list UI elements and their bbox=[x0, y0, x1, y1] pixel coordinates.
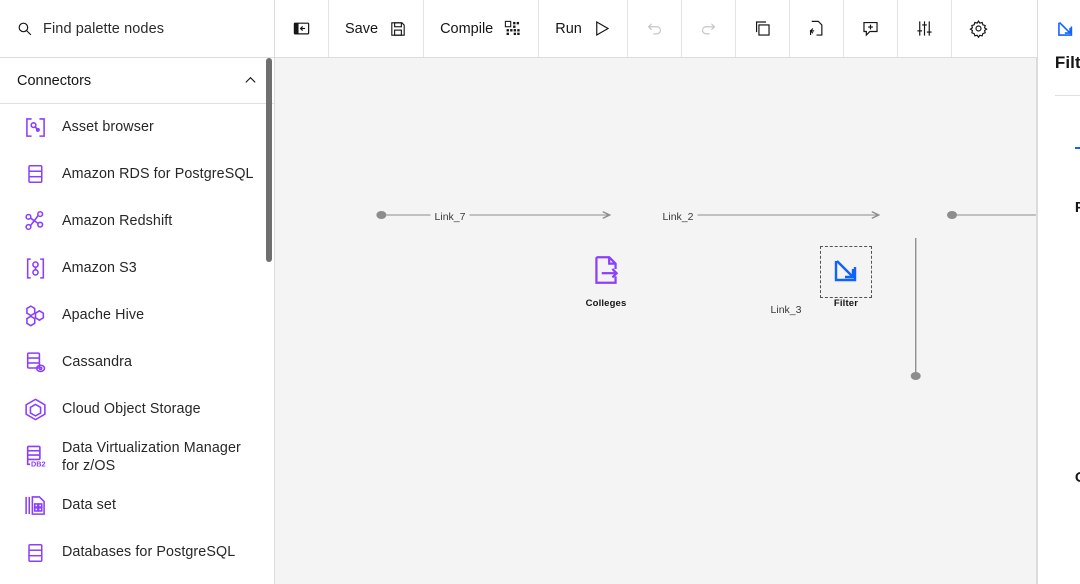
palette-search-field[interactable]: Find palette nodes bbox=[0, 0, 274, 58]
db2-icon: DB2 bbox=[22, 444, 48, 470]
paste-icon bbox=[807, 19, 826, 38]
panel-divider bbox=[1037, 0, 1038, 584]
palette-item-amazon-redshift[interactable]: Amazon Redshift bbox=[0, 204, 274, 238]
search-icon bbox=[16, 20, 33, 37]
hive-icon bbox=[22, 302, 48, 328]
export-file-icon bbox=[589, 253, 623, 292]
panel-tabs: Stage Properties bbox=[1037, 96, 1080, 183]
copy-button[interactable] bbox=[736, 0, 790, 57]
palette-item-asset-browser[interactable]: Asset browser bbox=[0, 110, 274, 144]
palette-section-label: Connectors bbox=[17, 73, 91, 89]
run-button-label: Run bbox=[555, 21, 582, 37]
node-icon-wrap bbox=[584, 250, 628, 294]
toggle-panel-button[interactable] bbox=[275, 0, 329, 57]
save-icon bbox=[388, 19, 407, 38]
palette-item-label: Data Virtualization Manager for z/OS bbox=[62, 439, 258, 476]
canvas-node-colleges[interactable]: Colleges bbox=[584, 250, 628, 294]
palette-item-label: Data set bbox=[62, 496, 116, 514]
settings-button[interactable] bbox=[952, 0, 1005, 57]
editor-main: Save Compile bbox=[275, 0, 1037, 584]
s3-icon bbox=[22, 255, 48, 281]
toolbar-spacer bbox=[1005, 0, 1037, 57]
app-root: Find palette nodes Connectors Asse bbox=[0, 0, 1080, 584]
node-label: Filter bbox=[834, 298, 858, 309]
redo-button[interactable] bbox=[682, 0, 736, 57]
panel-title: Filter bbox=[1055, 53, 1080, 73]
paste-button[interactable] bbox=[790, 0, 844, 57]
section-predicates: Predicates bbox=[1037, 200, 1080, 216]
filter-arrow-icon bbox=[1055, 18, 1076, 39]
panel-header: Filter Filter bbox=[1037, 0, 1080, 96]
editor-toolbar: Save Compile bbox=[275, 0, 1037, 58]
link-label-link2[interactable]: Link_2 bbox=[659, 211, 698, 223]
palette-search-placeholder: Find palette nodes bbox=[43, 21, 164, 37]
section-options: Options bbox=[1037, 470, 1080, 486]
palette-item-data-virtualization-manager[interactable]: DB2 Data Virtualization Manager for z/OS bbox=[0, 439, 274, 476]
compile-button[interactable]: Compile bbox=[424, 0, 539, 57]
database-icon bbox=[22, 161, 48, 187]
palette-item-label: Amazon Redshift bbox=[62, 212, 172, 230]
add-comment-icon bbox=[861, 19, 880, 38]
panel-collapse-icon bbox=[292, 19, 311, 38]
redshift-icon bbox=[22, 208, 48, 234]
subsection-where-clause: Where clause bbox=[1037, 247, 1080, 263]
cassandra-icon bbox=[22, 349, 48, 375]
undo-button[interactable] bbox=[628, 0, 682, 57]
node-icon-wrap bbox=[824, 250, 868, 294]
palette-item-label: Databases for PostgreSQL bbox=[62, 543, 235, 561]
link-label-link7[interactable]: Link_7 bbox=[431, 211, 470, 223]
sliders-button[interactable] bbox=[898, 0, 952, 57]
link-label-link3[interactable]: Link_3 bbox=[767, 304, 806, 316]
palette-sidebar: Find palette nodes Connectors Asse bbox=[0, 0, 275, 584]
flow-canvas[interactable]: Colleges Filter bbox=[275, 58, 1037, 584]
palette-item-label: Cloud Object Storage bbox=[62, 400, 201, 418]
run-button[interactable]: Run bbox=[539, 0, 628, 57]
palette-item-amazon-s3[interactable]: Amazon S3 bbox=[0, 251, 274, 285]
sliders-icon bbox=[915, 19, 934, 38]
play-icon bbox=[592, 19, 611, 38]
save-button[interactable]: Save bbox=[329, 0, 424, 57]
undo-icon bbox=[645, 19, 664, 38]
tab-stage[interactable]: Stage bbox=[1037, 122, 1080, 149]
node-label: Colleges bbox=[586, 298, 627, 309]
svg-text:DB2: DB2 bbox=[31, 460, 46, 469]
palette-scrollbar-thumb[interactable] bbox=[266, 58, 272, 262]
panel-node-summary: Filter bbox=[1055, 18, 1080, 39]
palette-item-amazon-rds-postgresql[interactable]: Amazon RDS for PostgreSQL bbox=[0, 157, 274, 191]
palette-item-label: Apache Hive bbox=[62, 306, 144, 324]
filter-arrow-icon bbox=[830, 254, 862, 291]
add-comment-button[interactable] bbox=[844, 0, 898, 57]
palette-item-list: Asset browser Amazon RDS for PostgreSQL bbox=[0, 104, 274, 583]
data-set-icon bbox=[22, 493, 48, 519]
palette-item-apache-hive[interactable]: Apache Hive bbox=[0, 298, 274, 332]
redo-icon bbox=[699, 19, 718, 38]
flow-links-layer bbox=[275, 58, 1036, 584]
palette-section-connectors[interactable]: Connectors bbox=[0, 58, 274, 104]
cloud-object-storage-icon bbox=[22, 396, 48, 422]
tab-properties[interactable]: Properties bbox=[1037, 149, 1080, 183]
compile-icon bbox=[503, 19, 522, 38]
properties-panel: Filter Filter Stage Properties Predicate… bbox=[1037, 0, 1080, 584]
chevron-up-icon[interactable] bbox=[243, 73, 258, 88]
canvas-node-filter[interactable]: Filter bbox=[824, 250, 868, 294]
copy-icon bbox=[753, 19, 772, 38]
palette-item-label: Asset browser bbox=[62, 118, 154, 136]
asset-browser-icon bbox=[22, 114, 48, 140]
save-button-label: Save bbox=[345, 21, 378, 37]
palette-item-label: Cassandra bbox=[62, 353, 132, 371]
gear-icon bbox=[969, 19, 988, 38]
compile-button-label: Compile bbox=[440, 21, 493, 37]
palette-item-cloud-object-storage[interactable]: Cloud Object Storage bbox=[0, 392, 274, 426]
database-icon bbox=[22, 540, 48, 566]
palette-item-cassandra[interactable]: Cassandra bbox=[0, 345, 274, 379]
palette-item-label: Amazon S3 bbox=[62, 259, 137, 277]
palette-item-data-set[interactable]: Data set bbox=[0, 489, 274, 523]
palette-item-label: Amazon RDS for PostgreSQL bbox=[62, 165, 254, 183]
palette-item-databases-for-postgresql[interactable]: Databases for PostgreSQL bbox=[0, 536, 274, 570]
